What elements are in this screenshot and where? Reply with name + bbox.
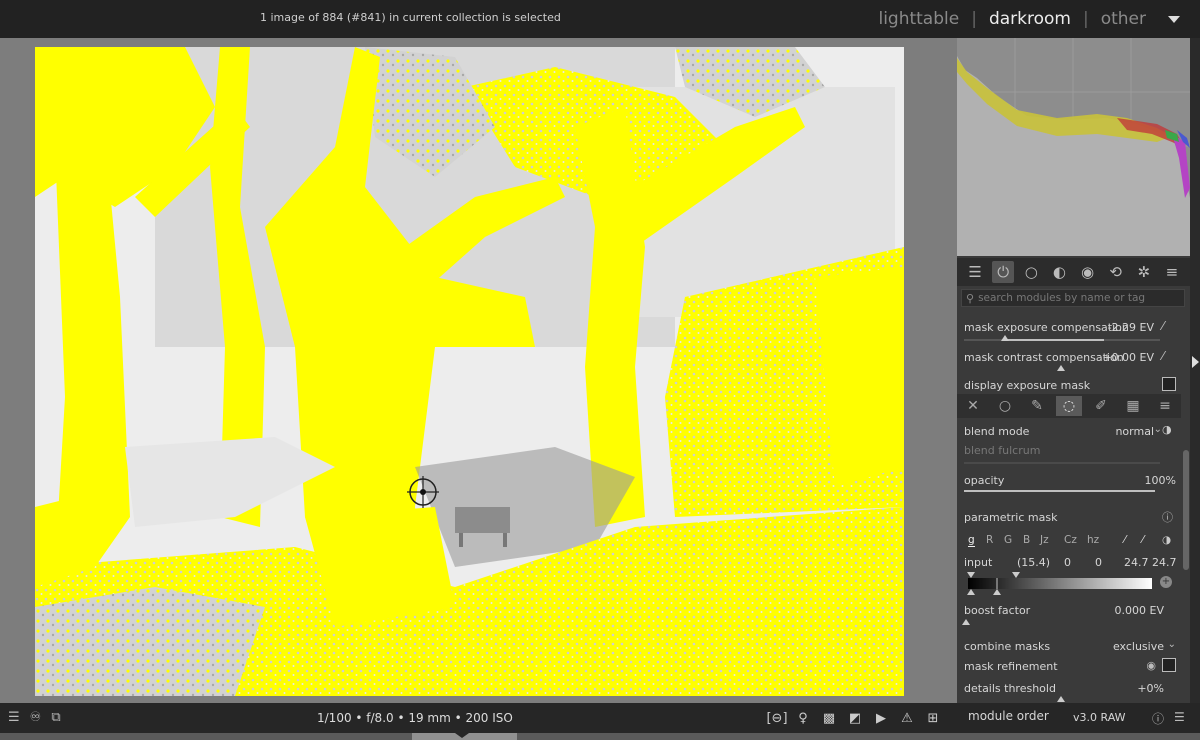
- filmstrip-notch: [455, 733, 469, 738]
- channel-tab-G[interactable]: G: [1004, 534, 1012, 546]
- channel-tab-hz[interactable]: hz: [1087, 534, 1099, 546]
- view-other[interactable]: other: [1099, 9, 1148, 29]
- mask-display-square-icon[interactable]: [1162, 658, 1176, 672]
- blend-menu-icon[interactable]: ≡: [1152, 396, 1178, 416]
- channel-tab-R[interactable]: R: [986, 534, 993, 546]
- mask-display-square-icon[interactable]: [1162, 377, 1176, 391]
- channel-tab-Cz[interactable]: Cz: [1064, 534, 1077, 546]
- view-separator: |: [971, 9, 977, 29]
- histogram-graph: [957, 38, 1190, 256]
- module-search-input[interactable]: [978, 292, 1179, 304]
- channel-tab-g[interactable]: g: [968, 534, 975, 547]
- effect-group-icon[interactable]: ✲: [1133, 261, 1155, 283]
- raw-overexposed-icon[interactable]: ▩: [820, 709, 838, 727]
- styles-icon[interactable]: ♾: [30, 710, 42, 725]
- chevron-down-icon[interactable]: ⌄: [1168, 639, 1176, 650]
- bottom-left-tools: ☰ ♾ ⧉: [8, 710, 61, 725]
- correct-group-icon[interactable]: ⟲: [1105, 261, 1127, 283]
- raster-mask-icon[interactable]: ▦: [1120, 396, 1146, 416]
- blend-mode-tabs: ✕ ○ ✎ ◌ ✐ ▦ ≡: [957, 394, 1181, 418]
- details-threshold-marker[interactable]: [1057, 696, 1065, 702]
- info-icon[interactable]: ⓘ: [1152, 710, 1164, 727]
- softproof-icon[interactable]: ▶: [872, 709, 890, 727]
- module-search-box[interactable]: ⚲: [961, 289, 1185, 307]
- mask-contrast-marker[interactable]: [1057, 365, 1065, 371]
- channel-tab-B[interactable]: B: [1023, 534, 1030, 546]
- gamut-check-icon[interactable]: ⚠: [898, 709, 916, 727]
- view-switcher: lighttable | darkroom | other: [876, 6, 1180, 32]
- blend-off-x-icon[interactable]: ✕: [960, 396, 986, 416]
- chevron-down-icon[interactable]: ⌄: [1154, 424, 1162, 435]
- search-icon: ⚲: [966, 291, 975, 305]
- view-darkroom[interactable]: darkroom: [987, 9, 1073, 29]
- bottom-bar: ☰ ♾ ⧉ 1/100 • f/8.0 • 19 mm • 200 ISO [⊖…: [0, 703, 1200, 733]
- guides-grid-icon[interactable]: ⊞: [924, 709, 942, 727]
- drawn-parametric-mask-icon[interactable]: ✐: [1088, 396, 1114, 416]
- collapse-arrow-icon[interactable]: [1192, 356, 1199, 368]
- clipping-icon[interactable]: ◩: [846, 709, 864, 727]
- second-window-icon[interactable]: ⧉: [51, 710, 60, 725]
- tone-group-icon[interactable]: ◐: [1048, 261, 1070, 283]
- mask-exposure-track[interactable]: [964, 339, 1160, 341]
- views-dropdown-icon[interactable]: [1168, 15, 1180, 23]
- right-panel-collapse[interactable]: [1190, 38, 1200, 703]
- presets-sliders-icon[interactable]: ☰: [964, 261, 986, 283]
- selection-status: 1 image of 884 (#841) in current collect…: [260, 11, 561, 24]
- bottom-right-icons: ⓘ ☰: [1152, 710, 1185, 727]
- eye-icon[interactable]: ◉: [1146, 659, 1156, 672]
- opacity-track[interactable]: [964, 490, 1155, 492]
- invert-polarity-icon[interactable]: ◑: [1162, 534, 1171, 546]
- bulb-icon[interactable]: ♀: [794, 709, 812, 727]
- filmstrip-strip[interactable]: [0, 733, 1200, 740]
- right-panel-scrollbar[interactable]: [1183, 300, 1190, 700]
- add-icon[interactable]: +: [1160, 576, 1172, 588]
- right-panel: ☰ ⏻ ○ ◐ ◉ ⟲ ✲ ≡ ⚲ mask exposure compensa…: [957, 38, 1190, 703]
- mask-exposure-marker[interactable]: [1001, 335, 1009, 341]
- module-order-version: v3.0 RAW: [1073, 711, 1126, 724]
- view-separator: |: [1082, 9, 1089, 29]
- blend-reverse-half-icon[interactable]: ◑: [1162, 423, 1176, 437]
- boost-factor-marker[interactable]: [962, 619, 970, 625]
- drawn-mask-pen-icon[interactable]: ✎: [1024, 396, 1050, 416]
- view-lighttable[interactable]: lighttable: [876, 9, 961, 29]
- input-marker[interactable]: [993, 589, 1001, 595]
- groups-menu-icon[interactable]: ≡: [1161, 261, 1183, 283]
- bottom-toolbar: [⊖] ♀ ▩ ◩ ▶ ⚠ ⊞: [766, 709, 942, 727]
- histogram[interactable]: [957, 38, 1190, 256]
- color-assessment-icon[interactable]: [⊖]: [766, 709, 787, 727]
- active-modules-power-icon[interactable]: ⏻: [992, 261, 1015, 283]
- color-picker-icon[interactable]: ⁄: [1162, 349, 1176, 363]
- picker-set-values-icon[interactable]: ⁄: [1142, 534, 1144, 546]
- mask-preview: [35, 47, 904, 696]
- menu-icon[interactable]: ☰: [8, 710, 20, 725]
- color-picker-icon[interactable]: ⁄: [1162, 319, 1176, 333]
- channel-tabs: g R G B Jz Cz hz ⁄ ⁄ ◑: [964, 534, 1176, 550]
- parametric-mask-icon[interactable]: ◌: [1056, 396, 1082, 416]
- base-group-circle-icon[interactable]: ○: [1020, 261, 1042, 283]
- channel-tab-Jz[interactable]: Jz: [1040, 534, 1049, 546]
- module-order[interactable]: module order: [968, 709, 1049, 723]
- input-gradient-slider[interactable]: [968, 578, 1152, 589]
- input-marker[interactable]: [967, 589, 975, 595]
- picker-crosshair-icon[interactable]: [407, 476, 439, 508]
- image-canvas[interactable]: [0, 38, 957, 703]
- info-icon[interactable]: ⓘ: [1162, 509, 1176, 524]
- picker-icon[interactable]: ⁄: [1124, 534, 1126, 546]
- menu-icon[interactable]: ☰: [1174, 710, 1185, 727]
- exif-info: 1/100 • f/8.0 • 19 mm • 200 ISO: [317, 711, 513, 725]
- photo-with-mask-overlay[interactable]: [35, 47, 904, 696]
- top-bar: 1 image of 884 (#841) in current collect…: [0, 0, 1200, 38]
- color-group-icon[interactable]: ◉: [1077, 261, 1099, 283]
- module-groups-bar: ☰ ⏻ ○ ◐ ◉ ⟲ ✲ ≡: [957, 258, 1190, 286]
- blend-uniform-circle-icon[interactable]: ○: [992, 396, 1018, 416]
